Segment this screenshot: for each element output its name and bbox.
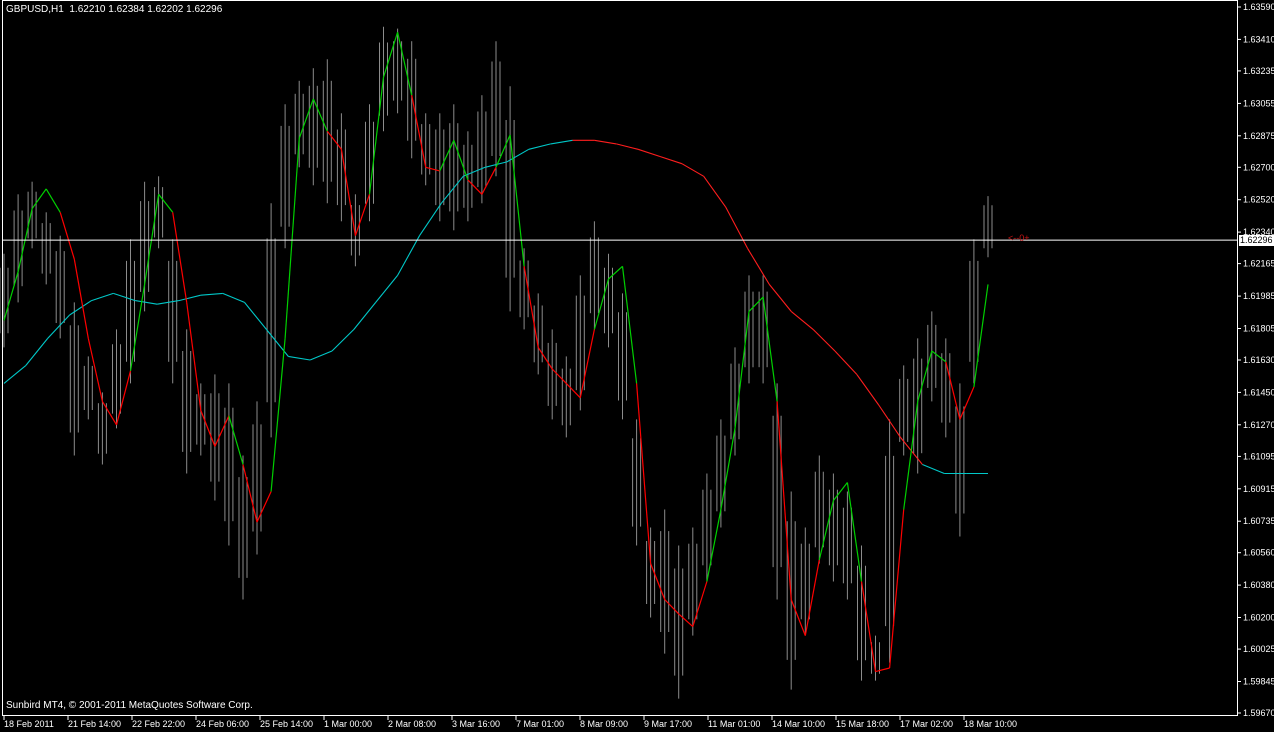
current-price-label: 1.62296 bbox=[1239, 235, 1274, 246]
x-tick-label: 14 Mar 10:00 bbox=[772, 719, 825, 729]
y-tick-label: 1.60560 bbox=[1243, 548, 1274, 558]
y-tick-label: 1.60025 bbox=[1243, 644, 1274, 654]
x-tick-label: 25 Feb 14:00 bbox=[260, 719, 313, 729]
x-tick-label: 11 Mar 01:00 bbox=[708, 719, 760, 729]
x-tick-label: 2 Mar 08:00 bbox=[388, 719, 436, 729]
y-tick-label: 1.61805 bbox=[1243, 324, 1274, 334]
y-tick-label: 1.59670 bbox=[1243, 708, 1274, 718]
x-tick-label: 18 Mar 10:00 bbox=[964, 719, 1017, 729]
x-tick-label: 17 Mar 02:00 bbox=[900, 719, 953, 729]
y-tick-label: 1.63055 bbox=[1243, 98, 1274, 108]
price-marker: <--0+ bbox=[1008, 233, 1030, 243]
y-tick-label: 1.61270 bbox=[1243, 420, 1274, 430]
y-tick-label: 1.60200 bbox=[1243, 613, 1274, 623]
x-tick-label: 24 Feb 06:00 bbox=[196, 719, 249, 729]
y-tick-label: 1.60915 bbox=[1243, 484, 1274, 494]
x-tick-label: 7 Mar 01:00 bbox=[516, 719, 564, 729]
symbol-info: GBPUSD,H1 1.62210 1.62384 1.62202 1.6229… bbox=[6, 4, 223, 15]
x-tick-label: 9 Mar 17:00 bbox=[644, 719, 692, 729]
y-tick-label: 1.63590 bbox=[1243, 2, 1274, 12]
copyright-label: Sunbird MT4, © 2001-2011 MetaQuotes Soft… bbox=[6, 700, 253, 711]
y-tick-label: 1.62700 bbox=[1243, 162, 1274, 172]
y-tick-label: 1.62165 bbox=[1243, 259, 1274, 269]
x-tick-label: 18 Feb 2011 bbox=[4, 719, 54, 729]
y-tick-label: 1.60735 bbox=[1243, 516, 1274, 526]
y-tick-label: 1.59845 bbox=[1243, 677, 1274, 687]
x-tick-label: 15 Mar 18:00 bbox=[836, 719, 889, 729]
y-tick-label: 1.63235 bbox=[1243, 66, 1274, 76]
x-tick-label: 8 Mar 09:00 bbox=[580, 719, 628, 729]
y-tick-label: 1.60380 bbox=[1243, 580, 1274, 590]
y-tick-label: 1.61985 bbox=[1243, 291, 1274, 301]
y-tick-label: 1.62520 bbox=[1243, 195, 1274, 205]
x-tick-label: 3 Mar 16:00 bbox=[452, 719, 500, 729]
y-tick-label: 1.61630 bbox=[1243, 355, 1274, 365]
y-tick-label: 1.63410 bbox=[1243, 34, 1274, 44]
y-tick-label: 1.61095 bbox=[1243, 451, 1274, 461]
x-tick-label: 21 Feb 14:00 bbox=[68, 719, 121, 729]
price-chart[interactable]: 1.63590 1.63410 1.63235 1.63055 1.62875 1.627… bbox=[0, 0, 1274, 732]
y-tick-label: 1.61450 bbox=[1243, 387, 1274, 397]
x-tick-label: 1 Mar 00:00 bbox=[324, 719, 372, 729]
y-tick-label: 1.62875 bbox=[1243, 131, 1274, 141]
x-tick-label: 22 Feb 22:00 bbox=[132, 719, 185, 729]
